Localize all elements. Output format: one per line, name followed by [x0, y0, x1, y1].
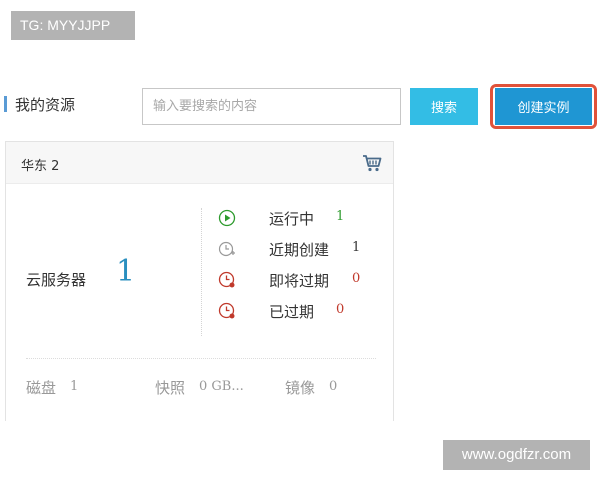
status-label: 已过期	[269, 303, 315, 321]
region-label: 华东 2	[21, 159, 60, 174]
status-count: 0	[336, 302, 345, 317]
status-count: 0	[352, 271, 361, 286]
service-name[interactable]: 云服务器	[26, 269, 86, 290]
status-label: 近期创建	[269, 241, 330, 259]
disk-value[interactable]: 1	[70, 379, 78, 394]
snapshot-value[interactable]: 0 GB...	[199, 379, 244, 394]
service-count[interactable]: 1	[116, 254, 135, 289]
disk-label[interactable]: 磁盘	[26, 377, 56, 398]
search-button[interactable]: 搜索	[410, 88, 478, 125]
status-label: 即将过期	[269, 272, 330, 290]
create-instance-button[interactable]: 创建实例	[495, 88, 592, 125]
image-value[interactable]: 0	[329, 379, 337, 394]
image-label[interactable]: 镜像	[285, 377, 315, 398]
watermark-bottom: www.ogdfzr.com	[443, 440, 590, 470]
horizontal-divider	[26, 358, 376, 359]
page-title: 我的资源	[15, 96, 76, 114]
clock-plus-icon	[218, 241, 235, 257]
shopping-cart-icon[interactable]	[362, 154, 382, 172]
status-count: 1	[352, 240, 361, 255]
resource-card: 华东 2 云服务器 1 运行中 1 近期创建 1 即将过期 0 已过期 0 磁盘…	[5, 141, 394, 421]
card-header: 华东 2	[6, 142, 393, 184]
play-circle-icon	[218, 209, 236, 227]
status-label: 运行中	[269, 210, 315, 228]
title-accent-bar	[4, 96, 7, 112]
clock-expired-icon	[218, 302, 235, 319]
snapshot-label[interactable]: 快照	[155, 377, 185, 398]
watermark-top: TG: MYYJJPP	[11, 11, 135, 40]
status-count: 1	[336, 209, 345, 224]
vertical-divider	[201, 208, 202, 336]
search-input[interactable]	[142, 88, 401, 125]
clock-alert-icon	[218, 271, 235, 288]
